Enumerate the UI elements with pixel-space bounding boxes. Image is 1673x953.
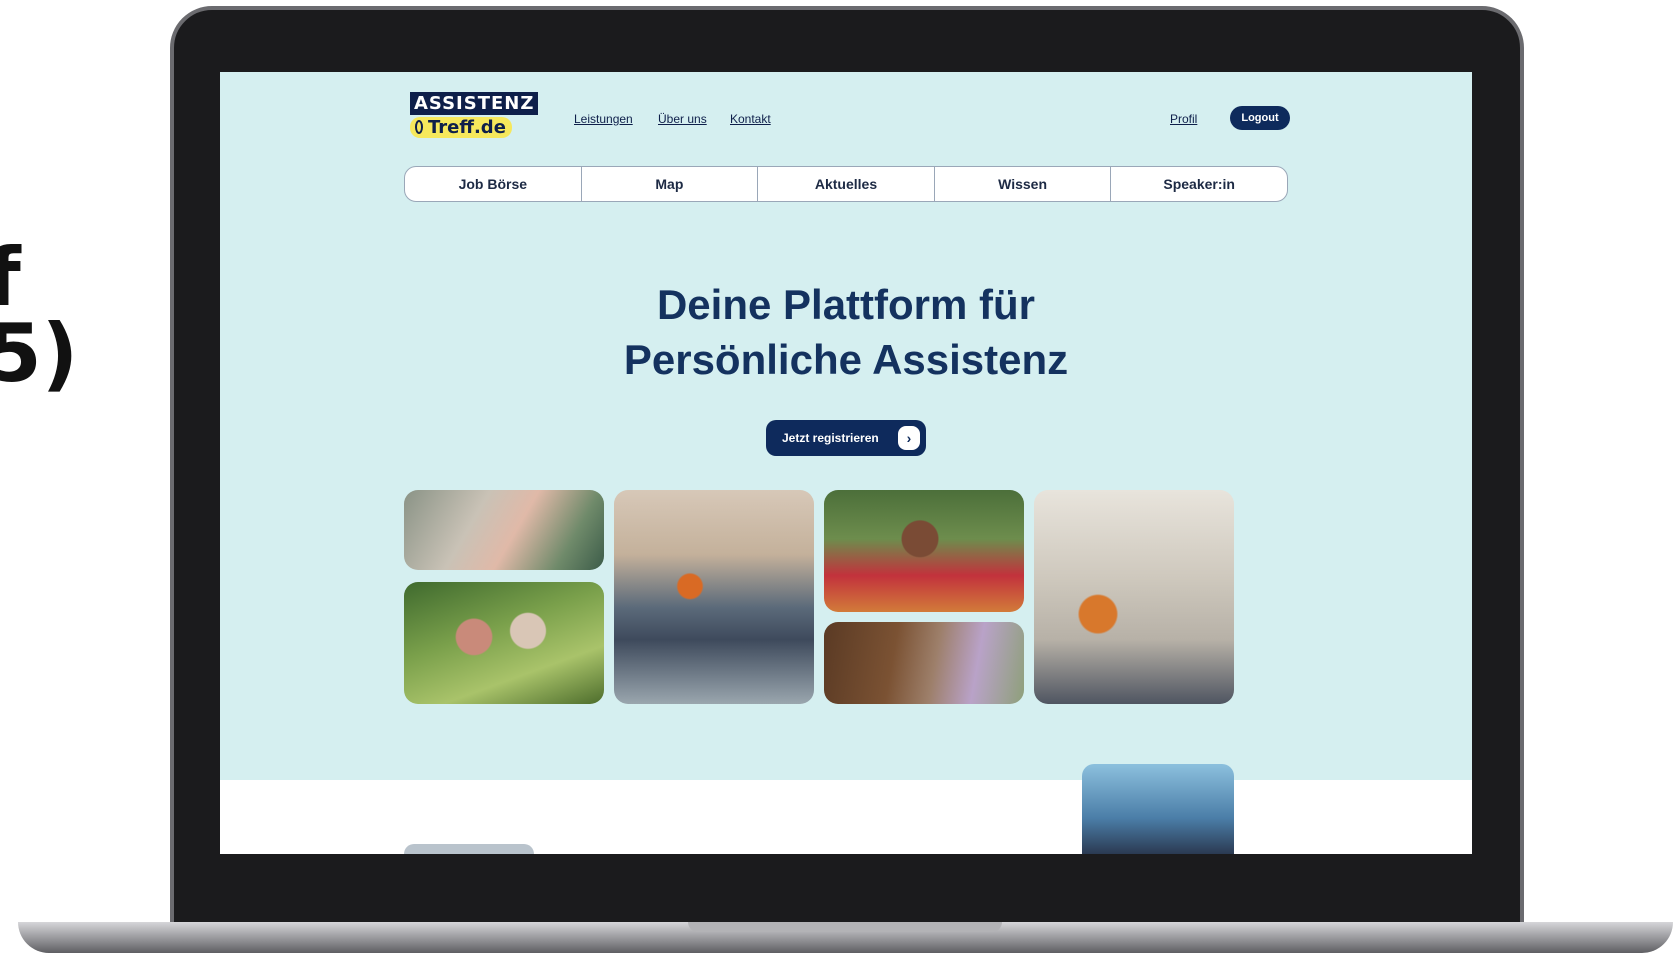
cropped-heading-text: f 5): [0, 231, 79, 400]
register-button-label: Jetzt registrieren: [782, 431, 879, 445]
main-tabs: Job Börse Map Aktuelles Wissen Speaker:i…: [404, 166, 1288, 202]
chevron-right-icon: ›: [898, 426, 920, 450]
horse-therapy-photo: [824, 622, 1024, 704]
selfie-friends-photo: [824, 490, 1024, 612]
logo-text-bottom: Treff.de: [410, 117, 512, 138]
logo-text-top: ASSISTENZ: [410, 92, 539, 115]
cropped-heading-line-1: f: [0, 231, 21, 324]
tab-map[interactable]: Map: [582, 167, 759, 201]
profile-link[interactable]: Profil: [1170, 112, 1197, 126]
tab-wissen[interactable]: Wissen: [935, 167, 1112, 201]
section-image-left-peek: [404, 844, 534, 854]
nav-link-ueber-uns[interactable]: Über uns: [658, 112, 707, 126]
site-logo[interactable]: ASSISTENZ Treff.de: [410, 92, 539, 148]
hero-title-line-2: Persönliche Assistenz: [623, 336, 1069, 383]
register-button[interactable]: Jetzt registrieren ›: [766, 420, 926, 456]
tab-aktuelles[interactable]: Aktuelles: [758, 167, 935, 201]
hero-title-line-1: Deine Plattform für: [656, 281, 1036, 328]
basketball-wheelchair-photo: [614, 490, 814, 704]
child-walker-photo: [1034, 490, 1234, 704]
laptop-screen: ASSISTENZ Treff.de Leistungen Über uns K…: [220, 72, 1472, 854]
hero-title: Deine Plattform für Persönliche Assisten…: [404, 277, 1288, 387]
logout-button[interactable]: Logout: [1230, 106, 1290, 130]
woman-in-car-photo: [404, 490, 604, 570]
nav-link-kontakt[interactable]: Kontakt: [730, 112, 771, 126]
next-section: [220, 780, 1472, 854]
logo-domain: Treff.de: [428, 117, 506, 138]
nav-link-leistungen[interactable]: Leistungen: [574, 112, 633, 126]
section-image-right-peek: [1082, 764, 1234, 854]
laptop-notch: [688, 922, 1002, 932]
cropped-heading-line-2: 5): [0, 307, 79, 400]
tab-job-boerse[interactable]: Job Börse: [405, 167, 582, 201]
map-pin-icon: [415, 120, 423, 134]
two-women-outdoors-photo: [404, 582, 604, 704]
tab-speakerin[interactable]: Speaker:in: [1111, 167, 1287, 201]
